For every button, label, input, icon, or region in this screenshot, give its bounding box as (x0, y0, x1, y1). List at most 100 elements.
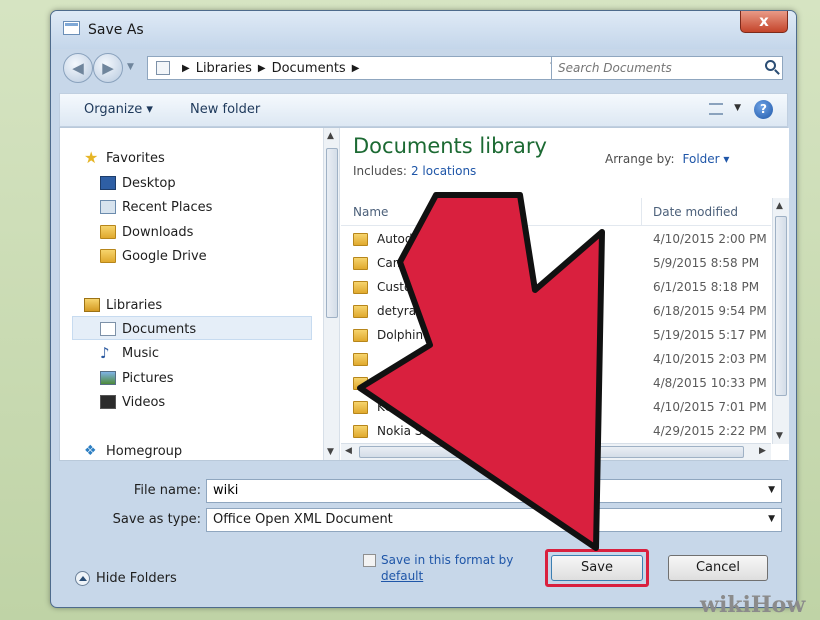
file-row[interactable]: detyra kursi 6/18/2015 9:54 PM (341, 300, 771, 324)
file-list-pane: Documents library Includes: 2 locations A… (341, 128, 789, 460)
file-row[interactable]: Nokia Suite 4/29/2015 2:22 PM (341, 420, 771, 444)
view-options-icon[interactable] (709, 103, 723, 115)
file-name: Camtasi (377, 256, 427, 270)
scroll-down-icon[interactable]: ▼ (327, 447, 334, 457)
close-button[interactable]: x (740, 11, 788, 33)
file-name: detyra kursi (377, 304, 449, 318)
chevron-down-icon[interactable]: ▼ (768, 514, 775, 524)
nav-scrollbar[interactable]: ▲ ▼ (323, 128, 340, 460)
command-toolbar: Organize ▾ New folder ▼ ? (59, 93, 788, 127)
content-area: ★ Favorites Desktop Recent Places Downlo… (59, 127, 789, 461)
chevron-down-icon[interactable]: ▼ (734, 103, 741, 113)
forward-button[interactable]: ▶ (93, 53, 123, 83)
file-row[interactable]: iToo 4/8/2015 10:33 PM (341, 372, 771, 396)
address-bar: ◀ ▶ ▼ ▶ Libraries ▶ Documents ▶ ▼ ↹ (51, 49, 796, 93)
file-row[interactable]: Autod 4/10/2015 2:00 PM (341, 228, 771, 252)
locations-link[interactable]: 2 locations (411, 164, 476, 178)
folder-icon (353, 329, 368, 342)
nav-libraries[interactable]: Libraries (84, 294, 162, 316)
library-title: Documents library (353, 134, 547, 158)
search-icon[interactable] (765, 60, 776, 71)
file-date: 4/10/2015 7:01 PM (653, 400, 767, 414)
column-header-name[interactable]: Name (353, 205, 388, 219)
nav-favorites-label: Favorites (106, 150, 165, 166)
nav-google-drive[interactable]: Google Drive (100, 245, 207, 267)
back-button[interactable]: ◀ (63, 53, 93, 83)
nav-favorites[interactable]: ★ Favorites (84, 147, 165, 169)
breadcrumb-libraries[interactable]: Libraries (196, 61, 252, 76)
navigation-pane: ★ Favorites Desktop Recent Places Downlo… (60, 128, 323, 460)
nav-music[interactable]: ♪ Music (100, 342, 159, 364)
nav-music-label: Music (122, 345, 159, 361)
save-format-checkbox[interactable] (363, 554, 376, 567)
nav-documents[interactable]: Documents (100, 318, 196, 340)
file-row[interactable]: Dolphin Emul 5/19/2015 5:17 PM (341, 324, 771, 348)
nav-google-drive-label: Google Drive (122, 248, 207, 264)
filename-input[interactable] (213, 483, 733, 498)
nav-documents-label: Documents (122, 321, 197, 337)
scroll-down-icon[interactable]: ▼ (776, 431, 783, 441)
nav-downloads[interactable]: Downloads (100, 221, 193, 243)
filename-field[interactable]: ▼ (206, 479, 782, 503)
chevron-right-icon: ▶ (182, 62, 190, 74)
column-header-date[interactable]: Date modified (653, 205, 738, 219)
file-row[interactable]: Camtasi 5/9/2015 8:58 PM (341, 252, 771, 276)
scroll-left-icon[interactable]: ◀ (345, 446, 352, 456)
search-input[interactable] (558, 59, 748, 77)
file-date: 4/10/2015 2:00 PM (653, 232, 767, 246)
save-format-label[interactable]: Save in this format by default (381, 552, 541, 584)
star-icon: ★ (84, 148, 99, 167)
file-date: 5/19/2015 5:17 PM (653, 328, 767, 342)
file-list-scrollbar[interactable]: ▲ ▼ (772, 198, 789, 444)
column-divider[interactable] (641, 198, 642, 226)
file-scroll-thumb[interactable] (775, 216, 787, 396)
collapse-icon (75, 571, 90, 586)
scroll-right-icon[interactable]: ▶ (759, 446, 766, 456)
save-as-type-select[interactable]: Office Open XML Document ▼ (206, 508, 782, 532)
title-bar: Save As x (51, 11, 796, 49)
help-icon[interactable]: ? (754, 100, 773, 119)
history-dropdown-icon[interactable]: ▼ (127, 62, 134, 72)
nav-videos[interactable]: Videos (100, 391, 165, 413)
breadcrumb-documents[interactable]: Documents (272, 61, 346, 76)
search-box[interactable] (551, 56, 783, 80)
cancel-button[interactable]: Cancel (668, 555, 768, 581)
new-folder-button[interactable]: New folder (190, 102, 260, 117)
file-date: 6/18/2015 9:54 PM (653, 304, 767, 318)
nav-libraries-label: Libraries (106, 297, 163, 313)
desktop-icon (100, 176, 116, 190)
arrange-by-label: Arrange by: (605, 152, 675, 166)
chevron-right-icon: ▶ (351, 62, 360, 74)
folder-icon (353, 353, 368, 366)
nav-homegroup-label: Homegroup (106, 443, 183, 459)
file-date: 4/29/2015 2:22 PM (653, 424, 767, 438)
file-date: 4/10/2015 2:03 PM (653, 352, 767, 366)
chevron-down-icon[interactable]: ▼ (768, 485, 775, 495)
scroll-up-icon[interactable]: ▲ (776, 201, 783, 211)
horizontal-scrollbar[interactable]: ◀ ▶ (341, 443, 771, 460)
downloads-folder-icon (100, 225, 116, 239)
folder-icon (353, 233, 368, 246)
nav-scroll-thumb[interactable] (326, 148, 338, 318)
arrange-by-dropdown[interactable]: Folder ▾ (683, 152, 730, 166)
file-row[interactable]: Custom O 6/1/2015 8:18 PM (341, 276, 771, 300)
google-drive-folder-icon (100, 249, 116, 263)
nav-homegroup[interactable]: ❖ Homegroup (84, 440, 182, 462)
file-row[interactable]: KONAM 4/10/2015 7:01 PM (341, 396, 771, 420)
scroll-up-icon[interactable]: ▲ (327, 131, 334, 141)
organize-menu[interactable]: Organize ▾ (84, 102, 153, 117)
address-field[interactable]: ▶ Libraries ▶ Documents ▶ ▼ ↹ (147, 56, 585, 80)
save-format-line1: Save in this format by (381, 553, 514, 567)
nav-recent-places[interactable]: Recent Places (100, 196, 212, 218)
hide-folders-button[interactable]: Hide Folders (75, 571, 177, 586)
nav-desktop[interactable]: Desktop (100, 172, 176, 194)
save-button[interactable]: Save (551, 555, 643, 581)
file-name: KONAM (377, 400, 422, 414)
file-row[interactable]: 4/10/2015 2:03 PM (341, 348, 771, 372)
nav-pictures[interactable]: Pictures (100, 367, 173, 389)
filename-label: File name: (133, 483, 201, 498)
file-name: Autod (377, 232, 413, 246)
horizontal-scroll-thumb[interactable] (359, 446, 744, 458)
nav-downloads-label: Downloads (122, 224, 194, 240)
folder-icon (353, 425, 368, 438)
